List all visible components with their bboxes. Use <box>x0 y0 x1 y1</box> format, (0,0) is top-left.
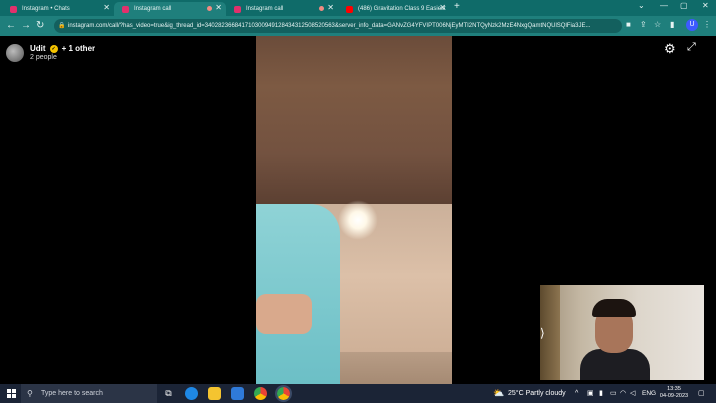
instagram-icon <box>10 5 17 13</box>
instagram-icon <box>122 5 129 13</box>
date: 04-09-2023 <box>659 393 689 399</box>
participant-count: 2 people <box>30 54 57 61</box>
weather-text[interactable]: 25°C Partly cloudy <box>508 384 566 403</box>
edge-icon[interactable] <box>185 387 198 400</box>
microphone-icon[interactable]: ▮ <box>599 384 603 403</box>
new-tab-button[interactable]: + <box>454 1 460 12</box>
forward-icon[interactable]: → <box>21 20 31 31</box>
share-icon[interactable]: ⇪ <box>640 20 647 29</box>
close-icon[interactable]: ✕ <box>103 3 110 12</box>
self-hair <box>592 299 636 317</box>
address-toolbar: ← → ↻ 🔒 instagram.com/call/?has_video=tr… <box>0 16 716 36</box>
clock[interactable]: 13:35 04-09-2023 <box>654 386 694 400</box>
url-bar[interactable]: 🔒 instagram.com/call/?has_video=true&ig_… <box>54 19 622 33</box>
url-text: instagram.com/call/?has_video=true&ig_th… <box>68 23 591 29</box>
time: 13:35 <box>667 386 681 392</box>
taskbar-search[interactable]: ⚲ Type here to search <box>21 384 157 403</box>
tab-instagram-call-active[interactable]: Instagram call ✕ <box>114 2 226 16</box>
profile-avatar[interactable]: U <box>686 19 698 31</box>
floor-rug <box>326 352 452 384</box>
caller-name: Udit ✓ + 1 other <box>30 44 95 53</box>
tab-title: (486) Gravitation Class 9 Easiest <box>358 6 446 12</box>
tab-youtube[interactable]: (486) Gravitation Class 9 Easiest ✕ <box>338 2 450 16</box>
tab-instagram-chats[interactable]: Instagram • Chats ✕ <box>2 2 114 16</box>
call-view: Udit ✓ + 1 other 2 people ⚙ ⤢ ⟩ <box>0 36 716 384</box>
close-icon[interactable]: ✕ <box>215 3 222 12</box>
tab-title: Instagram call <box>134 6 172 12</box>
bookmark-star-icon[interactable]: ☆ <box>654 20 661 29</box>
close-icon[interactable]: ✕ <box>439 3 446 12</box>
wood-surface <box>256 36 452 204</box>
tab-title: Instagram call <box>246 6 284 12</box>
chrome-active-icon[interactable] <box>275 385 292 402</box>
volume-icon[interactable]: ◁ <box>630 384 635 403</box>
close-icon[interactable]: ✕ <box>327 3 334 12</box>
caller-suffix: + 1 other <box>61 44 96 53</box>
tab-title: Instagram • Chats <box>22 6 70 12</box>
chevron-right-icon[interactable]: ⟩ <box>540 326 545 340</box>
chevron-up-icon[interactable]: ^ <box>575 384 578 403</box>
close-window-button[interactable]: ✕ <box>702 1 709 10</box>
task-view-icon[interactable]: ⧉ <box>162 387 175 400</box>
recording-icon <box>319 6 324 11</box>
chevron-down-icon[interactable]: ⌄ <box>638 1 645 10</box>
emoji-badge: ✓ <box>49 44 58 53</box>
caller-avatar <box>6 44 24 62</box>
browser-tab-bar: Instagram • Chats ✕ Instagram call ✕ Ins… <box>0 0 716 16</box>
gear-icon[interactable]: ⚙ <box>664 41 676 57</box>
lock-icon[interactable]: 🔒 <box>58 19 65 33</box>
side-panel-icon[interactable]: ▮ <box>670 20 674 29</box>
recording-icon <box>207 6 212 11</box>
self-video[interactable] <box>540 285 704 380</box>
back-icon[interactable]: ← <box>6 20 16 31</box>
taskbar: ⚲ Type here to search ⧉ ⛅ 25°C Partly cl… <box>0 384 716 403</box>
tab-instagram-call[interactable]: Instagram call ✕ <box>226 2 338 16</box>
search-placeholder: Type here to search <box>41 390 103 397</box>
search-icon: ⚲ <box>27 389 33 398</box>
camera-icon[interactable]: ■ <box>626 20 631 29</box>
menu-icon[interactable]: ⋮ <box>703 20 711 29</box>
windows-start-icon[interactable] <box>7 389 16 398</box>
self-shirt <box>580 349 650 380</box>
chrome-icon[interactable] <box>254 387 267 400</box>
notification-icon[interactable]: ▢ <box>698 384 705 403</box>
mail-icon[interactable] <box>231 387 244 400</box>
file-explorer-icon[interactable] <box>208 387 221 400</box>
minimize-button[interactable]: — <box>660 1 668 10</box>
fullscreen-icon[interactable]: ⤢ <box>687 41 696 54</box>
youtube-icon <box>346 5 353 13</box>
wifi-icon[interactable]: ◠ <box>620 384 626 403</box>
ceiling-light <box>338 200 378 240</box>
battery-icon[interactable]: ▭ <box>610 384 617 403</box>
caller-name-text: Udit <box>30 44 46 53</box>
remote-video <box>256 36 452 384</box>
reload-icon[interactable]: ↻ <box>36 20 44 31</box>
maximize-button[interactable]: ▢ <box>680 1 688 10</box>
person-arm <box>256 294 312 334</box>
network-icon[interactable]: ▣ <box>587 384 594 403</box>
weather-icon[interactable]: ⛅ <box>493 384 504 403</box>
instagram-icon <box>234 5 241 13</box>
